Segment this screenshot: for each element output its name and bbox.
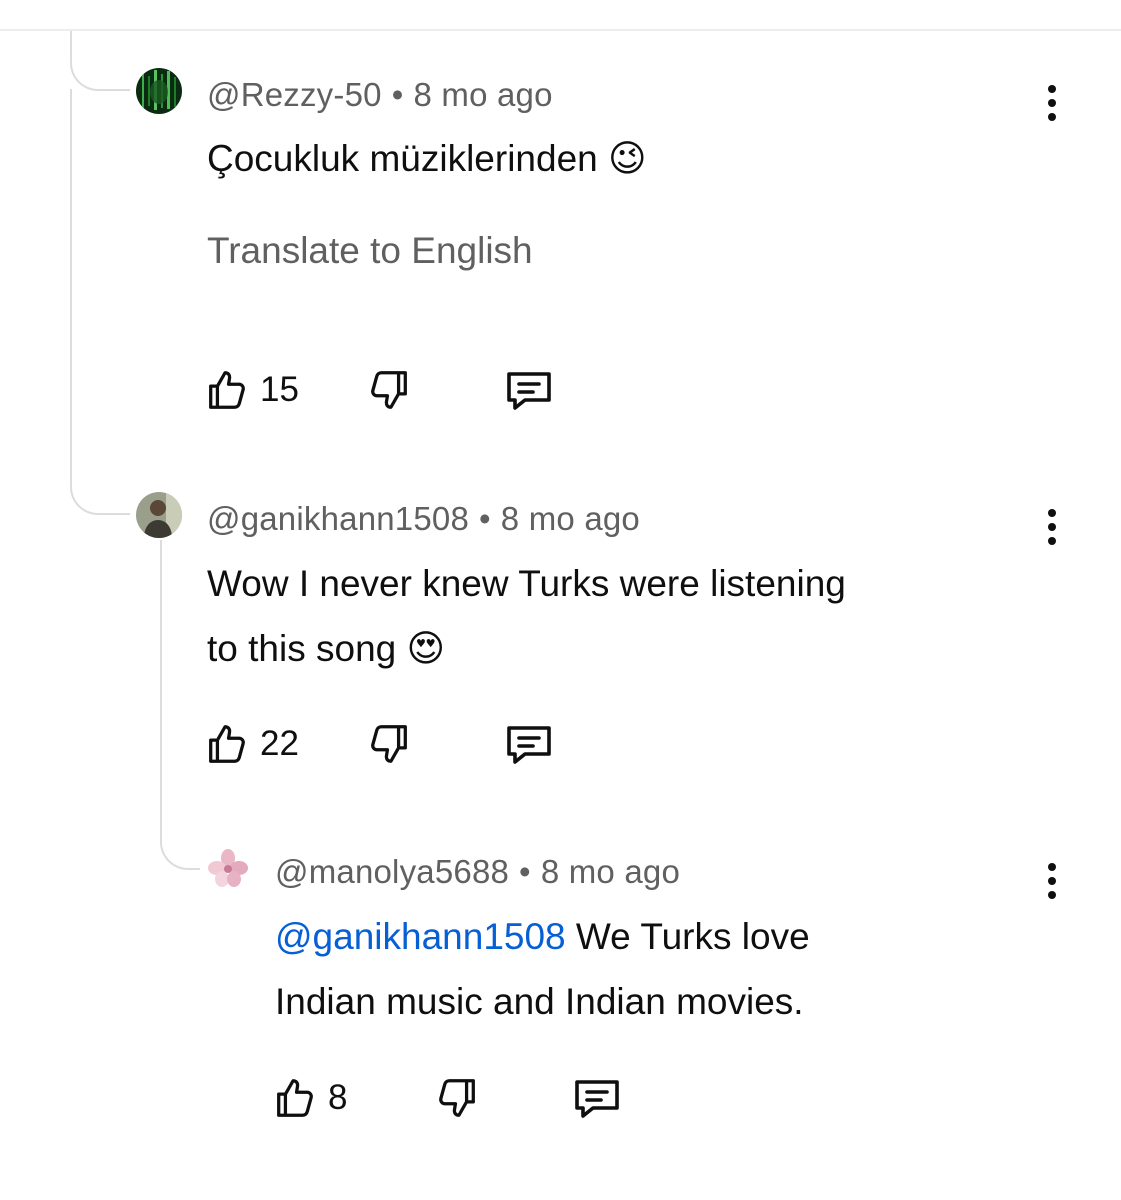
- comment-text: Çocukluk müziklerinden: [207, 138, 598, 179]
- like-count: 8: [328, 1078, 348, 1117]
- dislike-button[interactable]: [366, 720, 412, 768]
- person-photo-avatar-icon: [136, 492, 182, 538]
- comment-text-line: Indian music and Indian movies.: [275, 981, 804, 1022]
- wink-emoji: 😉: [608, 138, 647, 179]
- heart-eyes-emoji: 😍: [406, 628, 446, 669]
- like-count: 15: [260, 370, 299, 409]
- comment-actions: 8: [272, 1074, 632, 1124]
- more-options-button[interactable]: [1042, 859, 1062, 903]
- like-button[interactable]: 8: [272, 1074, 347, 1122]
- reply-button[interactable]: [502, 366, 556, 414]
- reply-button[interactable]: [502, 720, 556, 768]
- avatar[interactable]: [136, 68, 182, 114]
- reply-button[interactable]: [570, 1074, 624, 1122]
- reply-comment-icon: [507, 726, 551, 764]
- top-divider: [0, 29, 1121, 31]
- thumbs-up-icon: [209, 725, 245, 763]
- separator-dot: •: [479, 500, 491, 537]
- more-options-button[interactable]: [1042, 81, 1062, 125]
- flower-avatar-icon: [205, 846, 251, 892]
- comment-author-line: @ganikhann1508 • 8 mo ago: [207, 500, 640, 538]
- author-handle[interactable]: @Rezzy-50: [207, 76, 382, 113]
- comment-actions: 15: [204, 366, 564, 416]
- comment-text-line: to this song 😍: [207, 616, 846, 681]
- author-handle[interactable]: @manolya5688: [275, 853, 509, 890]
- comment-body: Çocukluk müziklerinden 😉: [207, 126, 647, 191]
- comment-timestamp: 8 mo ago: [500, 500, 640, 537]
- like-button[interactable]: 22: [204, 720, 299, 768]
- separator-dot: •: [519, 853, 531, 890]
- comment-body: @ganikhann1508 We Turks love Indian musi…: [275, 904, 810, 1034]
- comment-text-line: @ganikhann1508 We Turks love: [275, 904, 810, 969]
- author-handle[interactable]: @ganikhann1508: [207, 500, 469, 537]
- avatar[interactable]: [205, 846, 251, 892]
- translate-button[interactable]: Translate to English: [207, 230, 533, 272]
- thread-connector: [160, 540, 200, 870]
- comment-text: We Turks love: [565, 916, 810, 957]
- like-button[interactable]: 15: [204, 366, 299, 414]
- dislike-button[interactable]: [434, 1074, 480, 1122]
- comment-timestamp: 8 mo ago: [413, 76, 553, 113]
- thread-connector: [70, 89, 130, 515]
- dislike-button[interactable]: [366, 366, 412, 414]
- comment-text: to this song: [207, 628, 397, 669]
- reply-comment-icon: [507, 372, 551, 410]
- separator-dot: •: [391, 76, 404, 113]
- matrix-avatar-icon: [136, 68, 182, 114]
- thumbs-up-icon: [209, 371, 245, 409]
- more-options-button[interactable]: [1042, 505, 1062, 549]
- avatar[interactable]: [136, 492, 182, 538]
- comment-text-line: Wow I never knew Turks were listening: [207, 563, 846, 604]
- comment-actions: 22: [204, 720, 564, 770]
- thumbs-down-icon: [439, 1079, 475, 1117]
- comment-author-line: @manolya5688 • 8 mo ago: [275, 853, 680, 891]
- thread-connector: [70, 31, 130, 91]
- thumbs-up-icon: [277, 1079, 313, 1117]
- reply-comment-icon: [575, 1080, 619, 1118]
- thumbs-down-icon: [371, 725, 407, 763]
- comment-author-line: @Rezzy-50 • 8 mo ago: [207, 76, 553, 114]
- comment-body: Wow I never knew Turks were listening to…: [207, 551, 846, 681]
- user-mention-link[interactable]: @ganikhann1508: [275, 916, 566, 957]
- thumbs-down-icon: [371, 371, 407, 409]
- comment-timestamp: 8 mo ago: [540, 853, 681, 890]
- like-count: 22: [260, 724, 299, 763]
